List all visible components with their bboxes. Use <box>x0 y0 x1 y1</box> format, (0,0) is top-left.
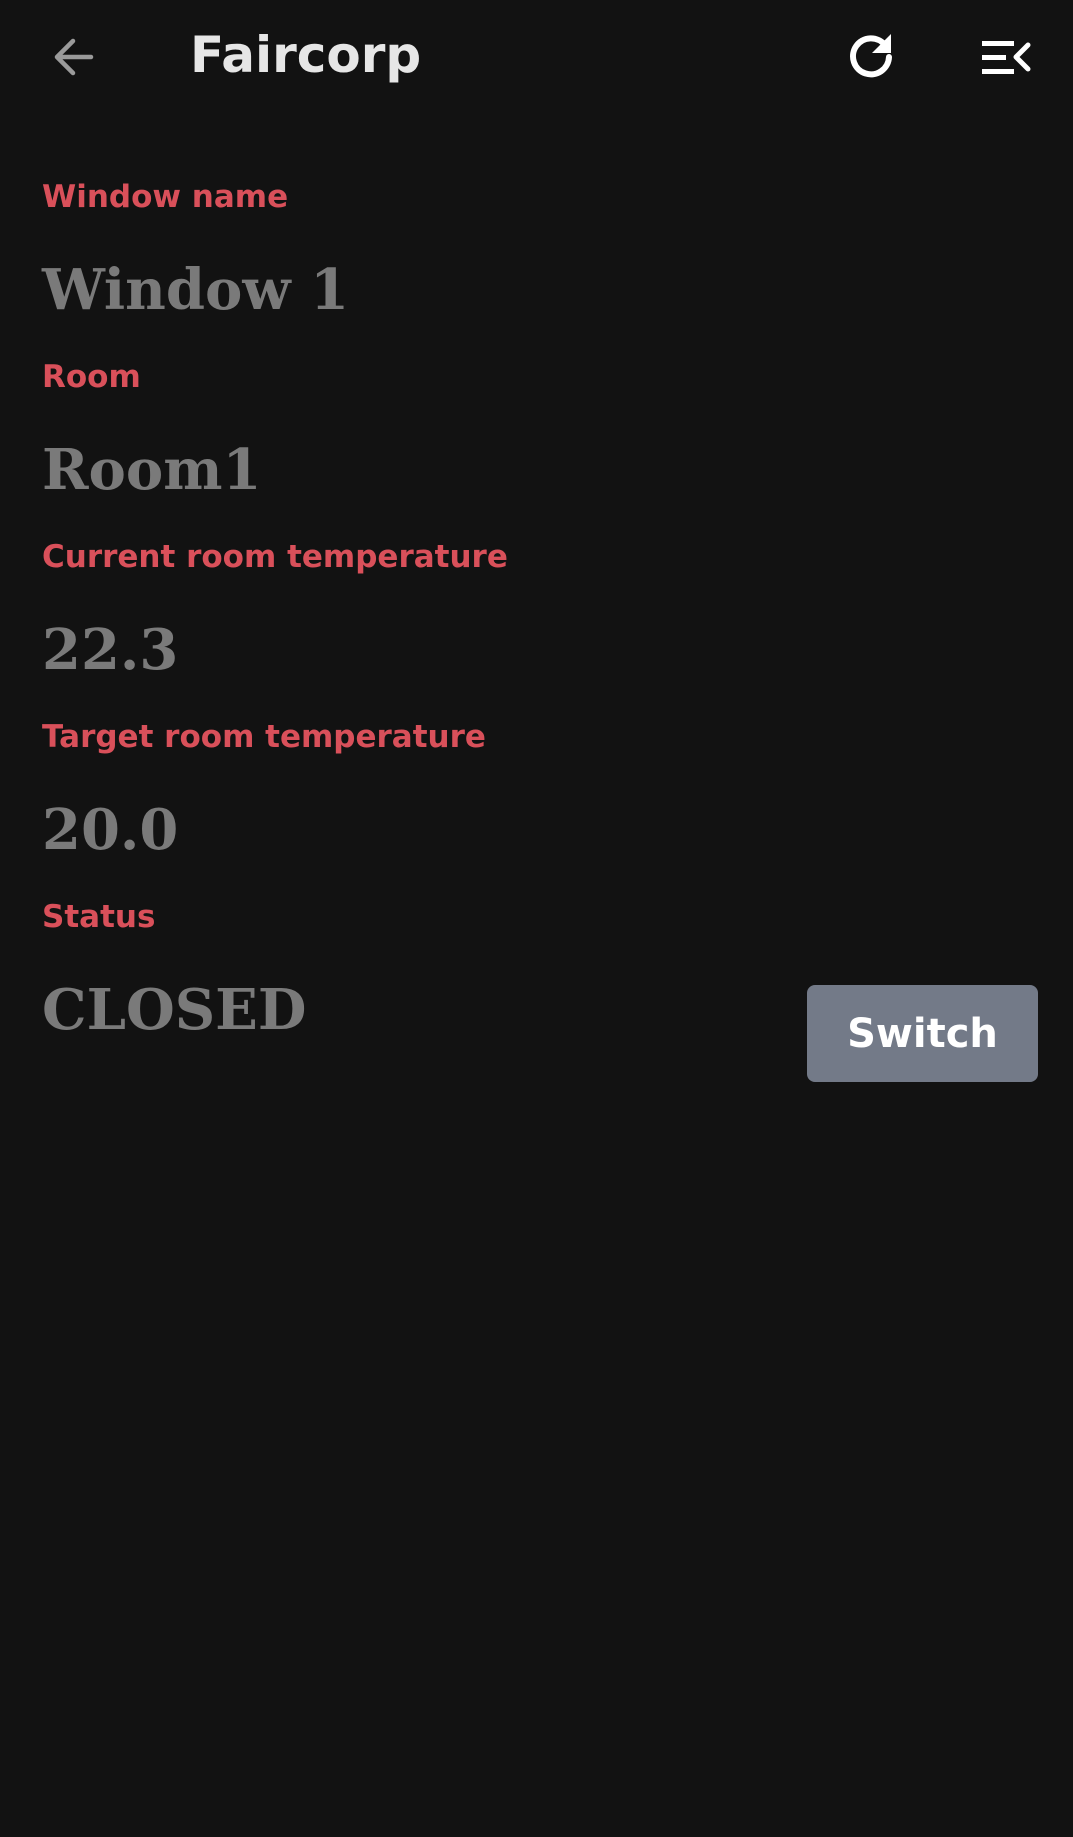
refresh-button[interactable] <box>840 26 902 88</box>
status-value: CLOSED <box>42 977 307 1043</box>
room-label: Room <box>42 359 141 395</box>
switch-button[interactable]: Switch <box>807 985 1038 1082</box>
target-temperature-value: 20.0 <box>42 797 179 863</box>
status-label: Status <box>42 899 156 935</box>
app-title: Faircorp <box>190 26 422 84</box>
target-temperature-label: Target room temperature <box>42 719 486 755</box>
menu-open-icon <box>982 41 1031 74</box>
room-value: Room1 <box>42 437 262 503</box>
window-name-value: Window 1 <box>42 257 350 323</box>
window-name-label: Window name <box>42 179 289 215</box>
back-button[interactable] <box>42 26 104 88</box>
arrow-back-icon <box>54 38 94 76</box>
refresh-icon <box>850 34 892 78</box>
current-temperature-value: 22.3 <box>42 617 179 683</box>
menu-button[interactable] <box>975 26 1037 88</box>
app-bar: Faircorp <box>0 0 1073 112</box>
current-temperature-label: Current room temperature <box>42 539 508 575</box>
